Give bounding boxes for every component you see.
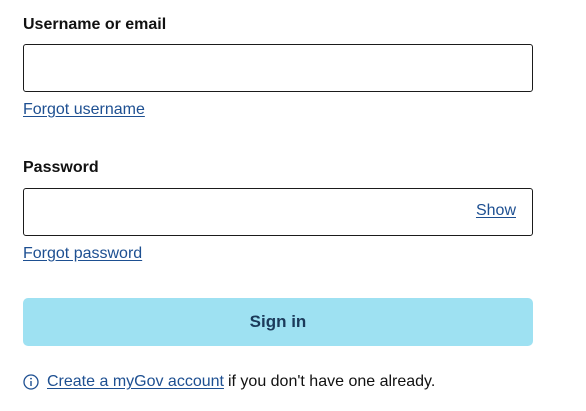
create-account-suffix: if you don't have one already. <box>227 373 436 390</box>
username-input[interactable] <box>24 45 532 91</box>
create-account-note: Create a myGov account if you don't have… <box>23 373 435 391</box>
username-field-box <box>23 44 533 92</box>
password-input[interactable] <box>24 189 532 235</box>
show-password-link[interactable]: Show <box>476 202 516 220</box>
forgot-password-link[interactable]: Forgot password <box>23 245 142 263</box>
sign-in-button[interactable]: Sign in <box>23 298 533 346</box>
create-account-link[interactable]: Create a myGov account <box>47 373 224 391</box>
password-label: Password <box>23 159 99 176</box>
username-label: Username or email <box>23 16 167 33</box>
forgot-username-link[interactable]: Forgot username <box>23 101 145 119</box>
sign-in-form: Username or email Forgot username Passwo… <box>0 0 586 411</box>
info-icon <box>23 374 39 390</box>
password-field-box: Show <box>23 188 533 236</box>
